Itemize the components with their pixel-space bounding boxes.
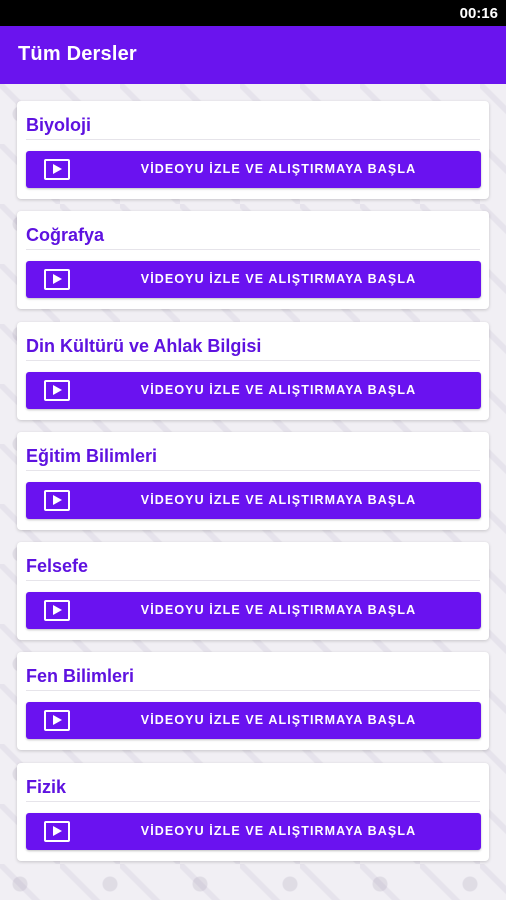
course-title: Fizik bbox=[26, 776, 67, 797]
card-divider bbox=[26, 139, 480, 140]
course-card: Eğitim Bilimleri VİDEOYU İZLE VE ALIŞTIR… bbox=[17, 431, 489, 530]
course-title: Fen Bilimleri bbox=[26, 666, 135, 687]
play-icon bbox=[44, 600, 70, 622]
course-card: Fizik VİDEOYU İZLE VE ALIŞTIRMAYA BAŞLA bbox=[17, 762, 489, 861]
watch-video-button[interactable]: VİDEOYU İZLE VE ALIŞTIRMAYA BAŞLA bbox=[26, 481, 481, 519]
course-title: Biyoloji bbox=[26, 115, 92, 135]
watch-video-button-label: VİDEOYU İZLE VE ALIŞTIRMAYA BAŞLA bbox=[140, 382, 417, 397]
course-card: Din Kültürü ve Ahlak Bilgisi VİDEOYU İZL… bbox=[17, 321, 489, 420]
course-card: Coğrafya VİDEOYU İZLE VE ALIŞTIRMAYA BAŞ… bbox=[17, 211, 489, 310]
course-card: Fen Bilimleri VİDEOYU İZLE VE ALIŞTIRMAY… bbox=[17, 652, 489, 751]
status-clock: 00:16 bbox=[459, 5, 498, 22]
play-icon bbox=[44, 379, 70, 401]
page-title: Tüm Dersler bbox=[18, 43, 137, 65]
course-card: Biyoloji VİDEOYU İZLE VE ALIŞTIRMAYA BAŞ… bbox=[17, 101, 489, 199]
play-icon bbox=[44, 820, 70, 842]
card-divider bbox=[26, 249, 480, 251]
card-divider bbox=[26, 359, 480, 361]
watch-video-button[interactable]: VİDEOYU İZLE VE ALIŞTIRMAYA BAŞLA bbox=[26, 592, 481, 630]
watch-video-button[interactable]: VİDEOYU İZLE VE ALIŞTIRMAYA BAŞLA bbox=[26, 702, 481, 740]
watch-video-button-label: VİDEOYU İZLE VE ALIŞTIRMAYA BAŞLA bbox=[140, 272, 417, 287]
watch-video-button[interactable]: VİDEOYU İZLE VE ALIŞTIRMAYA BAŞLA bbox=[26, 261, 481, 299]
watch-video-button[interactable]: VİDEOYU İZLE VE ALIŞTIRMAYA BAŞLA bbox=[26, 812, 481, 850]
card-divider bbox=[26, 469, 480, 471]
status-bar: 00:16 bbox=[0, 0, 506, 26]
course-title: Din Kültürü ve Ahlak Bilgisi bbox=[26, 335, 262, 356]
card-divider bbox=[26, 580, 480, 582]
watch-video-button-label: VİDEOYU İZLE VE ALIŞTIRMAYA BAŞLA bbox=[140, 713, 417, 728]
play-icon bbox=[44, 710, 70, 732]
course-title: Eğitim Bilimleri bbox=[26, 445, 158, 466]
watch-video-button[interactable]: VİDEOYU İZLE VE ALIŞTIRMAYA BAŞLA bbox=[26, 371, 481, 409]
course-title: Coğrafya bbox=[26, 225, 105, 246]
watch-video-button-label: VİDEOYU İZLE VE ALIŞTIRMAYA BAŞLA bbox=[140, 823, 417, 838]
course-title: Felsefe bbox=[26, 556, 89, 577]
card-divider bbox=[26, 690, 480, 692]
watch-video-button-label: VİDEOYU İZLE VE ALIŞTIRMAYA BAŞLA bbox=[140, 492, 417, 507]
course-card: Felsefe VİDEOYU İZLE VE ALIŞTIRMAYA BAŞL… bbox=[17, 542, 489, 641]
course-list[interactable]: Biyoloji VİDEOYU İZLE VE ALIŞTIRMAYA BAŞ… bbox=[17, 101, 489, 873]
watch-video-button-label: VİDEOYU İZLE VE ALIŞTIRMAYA BAŞLA bbox=[140, 162, 417, 176]
card-divider bbox=[26, 800, 480, 802]
watch-video-button[interactable]: VİDEOYU İZLE VE ALIŞTIRMAYA BAŞLA bbox=[26, 151, 481, 188]
app-bar: Tüm Dersler bbox=[0, 26, 506, 84]
play-icon bbox=[44, 489, 70, 511]
watch-video-button-label: VİDEOYU İZLE VE ALIŞTIRMAYA BAŞLA bbox=[140, 603, 417, 618]
play-icon bbox=[44, 269, 70, 291]
play-icon bbox=[44, 159, 70, 180]
